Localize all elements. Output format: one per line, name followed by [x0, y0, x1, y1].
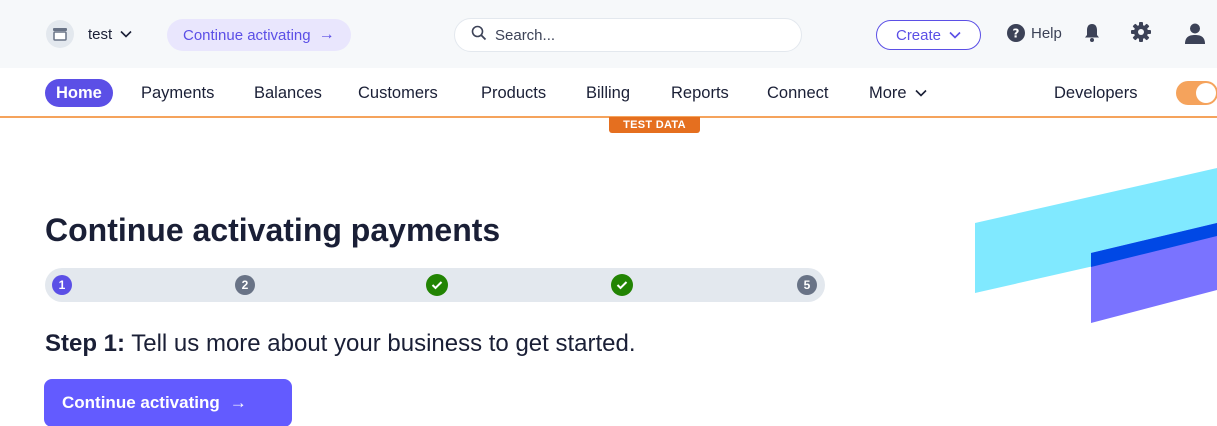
user-icon[interactable] — [1184, 22, 1206, 49]
top-bar: test Continue activating → Create ? Help — [0, 0, 1217, 68]
continue-activating-button-label: Continue activating — [62, 393, 220, 412]
continue-activating-pill[interactable]: Continue activating → — [167, 19, 351, 51]
bell-icon[interactable] — [1084, 23, 1100, 48]
continue-activating-button[interactable]: Continue activating → — [44, 379, 292, 426]
developers-link[interactable]: Developers — [1054, 81, 1137, 105]
account-switcher[interactable]: test — [46, 20, 132, 48]
toggle-knob — [1196, 83, 1216, 103]
svg-text:?: ? — [1013, 27, 1020, 41]
chevron-down-icon — [915, 89, 927, 97]
test-data-badge: TEST DATA — [609, 117, 700, 133]
step-3-check-icon — [426, 274, 448, 296]
continue-activating-pill-label: Continue activating — [183, 26, 311, 44]
chevron-down-icon — [120, 30, 132, 38]
step-description: Step 1: Tell us more about your business… — [45, 330, 636, 358]
step-5-indicator: 5 — [797, 275, 817, 295]
account-name: test — [88, 25, 113, 43]
nav-item-connect[interactable]: Connect — [767, 81, 828, 105]
step-text: Tell us more about your business to get … — [125, 330, 636, 357]
step-4-check-icon — [611, 274, 633, 296]
search-icon — [471, 25, 487, 46]
nav-item-reports[interactable]: Reports — [671, 81, 729, 105]
arrow-right-icon: → — [318, 26, 335, 43]
nav-item-home[interactable]: Home — [45, 79, 113, 107]
nav-item-payments[interactable]: Payments — [141, 81, 214, 105]
search-box[interactable] — [454, 18, 802, 52]
question-circle-icon: ? — [1007, 24, 1025, 42]
help-button[interactable]: ? Help — [1007, 24, 1062, 42]
search-input[interactable] — [495, 26, 775, 44]
store-icon — [46, 20, 74, 48]
decorative-stripes-illustration — [975, 168, 1217, 323]
step-2-indicator: 2 — [235, 275, 255, 295]
create-button-label: Create — [895, 26, 942, 44]
step-1-indicator: 1 — [52, 275, 72, 295]
nav-item-balances[interactable]: Balances — [254, 81, 322, 105]
chevron-down-icon — [949, 31, 961, 39]
nav-item-billing[interactable]: Billing — [586, 81, 630, 105]
nav-item-customers[interactable]: Customers — [358, 81, 438, 105]
create-button[interactable]: Create — [876, 20, 981, 50]
activation-progress-bar: 1 2 5 — [45, 268, 825, 302]
step-prefix: Step 1: — [45, 330, 126, 357]
help-label: Help — [1031, 24, 1062, 42]
gear-icon[interactable] — [1131, 22, 1151, 47]
nav-item-products[interactable]: Products — [481, 81, 546, 105]
arrow-right-icon: → — [229, 393, 247, 412]
page-title: Continue activating payments — [45, 212, 501, 248]
main-nav: Home Payments Balances Customers Product… — [0, 68, 1217, 118]
nav-item-more-label: More — [869, 83, 907, 102]
test-mode-toggle[interactable] — [1176, 81, 1217, 105]
nav-item-more[interactable]: More — [869, 81, 927, 105]
